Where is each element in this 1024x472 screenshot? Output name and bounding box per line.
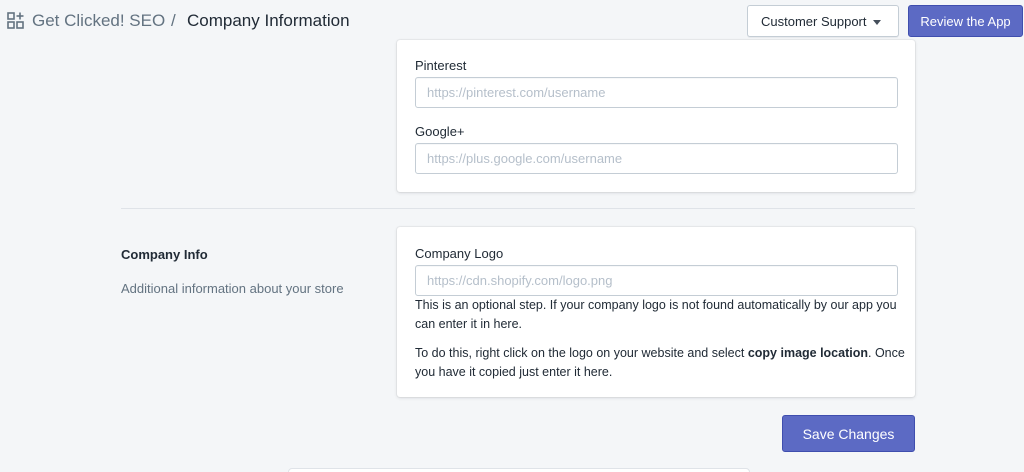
customer-support-button[interactable]: Customer Support bbox=[747, 5, 899, 37]
save-changes-button[interactable]: Save Changes bbox=[782, 415, 915, 452]
section-divider bbox=[121, 208, 915, 209]
company-info-card: Company Logo This is an optional step. I… bbox=[397, 227, 915, 397]
social-links-card: Pinterest Google+ bbox=[397, 40, 915, 192]
instructions-lead: To do this, right click on the logo on y… bbox=[415, 346, 748, 360]
pinterest-input[interactable] bbox=[415, 77, 898, 108]
pinterest-label: Pinterest bbox=[415, 58, 467, 73]
caret-down-icon bbox=[873, 20, 881, 25]
copy-image-location-emphasis: copy image location bbox=[747, 346, 868, 360]
company-info-description: Additional information about your store bbox=[121, 281, 344, 296]
google-plus-label: Google+ bbox=[415, 124, 465, 139]
page-title: Company Information bbox=[187, 11, 350, 30]
logo-instructions-text: To do this, right click on the logo on y… bbox=[415, 344, 905, 382]
google-plus-input[interactable] bbox=[415, 143, 898, 174]
apps-grid-icon bbox=[7, 12, 24, 29]
company-logo-input[interactable] bbox=[415, 265, 898, 296]
review-app-button[interactable]: Review the App bbox=[908, 5, 1023, 37]
company-info-title: Company Info bbox=[121, 247, 208, 262]
logo-help-text: This is an optional step. If your compan… bbox=[415, 298, 897, 331]
top-bar: Get Clicked! SEO / Company Information C… bbox=[0, 0, 1024, 44]
company-logo-label: Company Logo bbox=[415, 246, 504, 261]
breadcrumb-app-name[interactable]: Get Clicked! SEO bbox=[32, 11, 165, 31]
footer-card-edge bbox=[288, 468, 750, 472]
customer-support-label: Customer Support bbox=[761, 13, 867, 29]
breadcrumb-separator: / bbox=[171, 11, 176, 30]
